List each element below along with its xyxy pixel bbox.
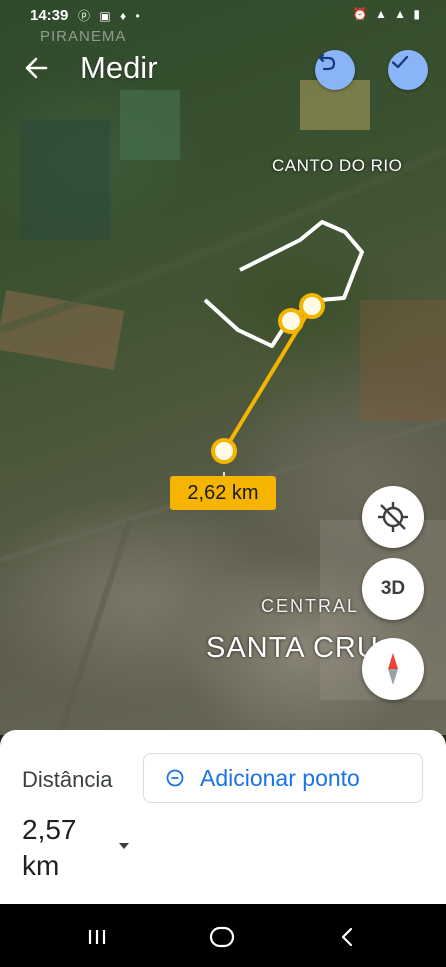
location-off-icon bbox=[378, 502, 408, 532]
total-distance: 2,57 km bbox=[22, 812, 102, 884]
undo-icon bbox=[318, 53, 336, 71]
location-button[interactable] bbox=[362, 486, 424, 548]
done-button[interactable] bbox=[388, 50, 428, 90]
system-nav-bar bbox=[0, 904, 446, 967]
recents-icon bbox=[88, 930, 106, 944]
status-time: 14:39 bbox=[30, 7, 69, 24]
bottom-sheet: Distância Adicionar ponto 2,57 km bbox=[0, 730, 446, 904]
home-icon bbox=[209, 926, 235, 948]
3d-toggle-button[interactable]: 3D bbox=[362, 558, 424, 620]
3d-label: 3D bbox=[380, 578, 406, 599]
home-button[interactable] bbox=[207, 922, 237, 952]
back-chevron-icon bbox=[341, 927, 353, 947]
nav-back-button[interactable] bbox=[333, 922, 363, 952]
recents-button[interactable] bbox=[82, 922, 112, 952]
compass-icon bbox=[388, 653, 398, 685]
map-overlay bbox=[0, 80, 446, 735]
place-label-santa-cruz: SANTA CRU bbox=[206, 632, 379, 664]
distance-label: Distância bbox=[22, 767, 113, 792]
place-label-canto-do-rio: CANTO DO RIO bbox=[272, 156, 403, 175]
status-notification-icons: ⓟ ▣ ♦ • bbox=[78, 9, 143, 23]
arrow-left-icon bbox=[25, 57, 48, 79]
back-button[interactable] bbox=[22, 53, 52, 83]
total-distance-value: 2,57 bbox=[22, 814, 77, 845]
place-label-central: CENTRAL bbox=[261, 596, 360, 616]
satellite-map[interactable]: 14:39 ⓟ ▣ ♦ • ⏰ ▲ ▲ ▮ PIRANEMA Medir CAN… bbox=[0, 0, 446, 735]
check-icon bbox=[391, 55, 409, 69]
measure-point[interactable] bbox=[278, 308, 304, 334]
status-bar: 14:39 ⓟ ▣ ♦ • ⏰ ▲ ▲ ▮ bbox=[0, 0, 446, 30]
undo-button[interactable] bbox=[315, 50, 355, 90]
plus-circle-icon bbox=[166, 769, 184, 787]
add-point-button[interactable]: Adicionar ponto bbox=[143, 753, 423, 803]
chevron-down-icon[interactable] bbox=[117, 841, 131, 851]
measure-point[interactable] bbox=[211, 438, 237, 464]
segment-distance-label: 2,62 km bbox=[170, 476, 276, 510]
compass-button[interactable] bbox=[362, 638, 424, 700]
measure-point[interactable] bbox=[299, 293, 325, 319]
place-label-piranema: PIRANEMA bbox=[40, 28, 127, 45]
add-point-label: Adicionar ponto bbox=[200, 765, 360, 791]
page-title: Medir bbox=[80, 50, 158, 85]
total-distance-unit: km bbox=[22, 850, 60, 881]
status-system-icons: ⏰ ▲ ▲ ▮ bbox=[352, 7, 422, 21]
